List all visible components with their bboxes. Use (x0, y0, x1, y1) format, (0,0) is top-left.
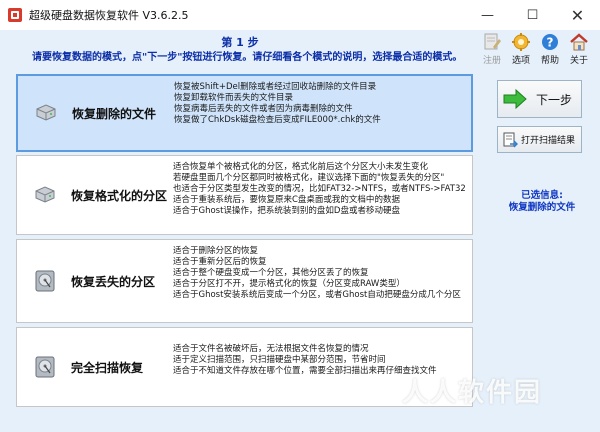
about-button[interactable]: 关于 (566, 32, 592, 66)
options-label: 选项 (511, 56, 530, 66)
help-label: 帮助 (540, 56, 559, 66)
maximize-button[interactable]: ☐ (510, 0, 555, 30)
options-button[interactable]: 选项 (508, 32, 534, 66)
next-step-button[interactable]: 下一步 (497, 80, 582, 118)
home-icon (570, 33, 588, 51)
mode-label: 恢复删除的文件 (72, 106, 157, 121)
description-line: 适合于重新分区后的恢复 (173, 257, 267, 267)
mode-recover-deleted[interactable]: 恢复删除的文件 恢复被Shift+Del删除或者经过回收站删除的文件目录 恢复卸… (16, 74, 473, 152)
description-line: 适合于分区打不开，提示格式化的恢复（分区变成RAW类型） (173, 279, 405, 289)
close-button[interactable]: ✕ (555, 0, 600, 30)
toolbar: 注册 选项 ? 帮助 关于 (476, 32, 592, 66)
minimize-button[interactable]: — (465, 0, 510, 30)
next-step-label: 下一步 (536, 92, 573, 107)
description-line: 也适合于分区类型发生改变的情况，比如FAT32->NTFS，或者NTFS->FA… (173, 184, 466, 194)
selected-info-label: 已选信息: (521, 190, 563, 201)
mode-recover-formatted[interactable]: 恢复格式化的分区 适合恢复单个被格式化的分区，格式化前后这个分区大小未发生变化 … (16, 155, 473, 235)
mode-label: 恢复丢失的分区 (71, 274, 156, 289)
help-icon: ? (542, 34, 558, 50)
description-line: 若硬盘里面几个分区都同时被格式化，建议选择下面的"恢复丢失的分区" (173, 173, 445, 183)
window-controls: — ☐ ✕ (465, 0, 600, 30)
description-line: 适合于重装系统后，要恢复原来C盘桌面或我的文档中的数据 (173, 195, 400, 205)
description-line: 恢复被Shift+Del删除或者经过回收站删除的文件目录 (174, 82, 377, 92)
disk-platter-icon (35, 356, 55, 378)
hard-drive-icon (35, 186, 55, 203)
description-line: 恢复卸载软件而丢失的文件目录 (174, 93, 294, 103)
description-line: 适合于删除分区的恢复 (173, 246, 259, 256)
open-scan-result-button[interactable]: 打开扫描结果 (497, 126, 582, 153)
mode-label: 恢复格式化的分区 (71, 188, 168, 203)
mode-description: 适合于删除分区的恢复 适合于重新分区后的恢复 适合于整个硬盘变成一个分区，其他分… (173, 240, 472, 322)
mode-recover-lost-partition[interactable]: 恢复丢失的分区 适合于删除分区的恢复 适合于重新分区后的恢复 适合于整个硬盘变成… (16, 239, 473, 323)
arrow-right-icon (503, 88, 527, 110)
description-line: 适于定义扫描范围，只扫描硬盘中某部分范围，节省时间 (173, 355, 386, 365)
main-panel: 第 1 步 请要恢复数据的模式，点"下一步"按钮进行恢复。请仔细看各个模式的说明… (0, 30, 600, 432)
description-line: 适合于Ghost误操作，把系统装到别的盘如D盘或者移动硬盘 (173, 206, 400, 216)
register-label: 注册 (482, 56, 501, 66)
title-bar: 超级硬盘数据恢复软件 V3.6.2.5 — ☐ ✕ (0, 0, 600, 30)
window-title: 超级硬盘数据恢复软件 V3.6.2.5 (29, 9, 189, 22)
svg-text:?: ? (547, 36, 554, 50)
description-line: 恢复做了ChkDsk磁盘检查后变成FILE000*.chk的文件 (174, 115, 381, 125)
open-document-icon (503, 132, 518, 147)
description-line: 适合于Ghost安装系统后变成一个分区，或者Ghost自动把硬盘分成几个分区 (173, 290, 461, 300)
hard-drive-icon (36, 104, 56, 121)
app-logo-icon (8, 8, 22, 22)
disk-platter-icon (35, 270, 55, 292)
mode-description: 适合恢复单个被格式化的分区，格式化前后这个分区大小未发生变化 若硬盘里面几个分区… (173, 156, 472, 234)
help-button[interactable]: ? 帮助 (537, 32, 563, 66)
description-line: 适合恢复单个被格式化的分区，格式化前后这个分区大小未发生变化 (173, 162, 429, 172)
description-line: 恢复病毒后丢失的文件或者因为病毒删除的文件 (174, 104, 353, 114)
gear-icon (512, 33, 530, 51)
description-line: 适合于整个硬盘变成一个分区，其他分区丢了的恢复 (173, 268, 369, 278)
open-scan-result-label: 打开扫描结果 (521, 136, 576, 146)
watermark: 人人软件园 (402, 378, 543, 408)
register-icon (484, 33, 501, 50)
mode-description: 恢复被Shift+Del删除或者经过回收站删除的文件目录 恢复卸载软件而丢失的文… (174, 76, 471, 150)
selected-info: 已选信息: 恢复删除的文件 (484, 190, 600, 214)
selected-info-value: 恢复删除的文件 (508, 202, 576, 213)
register-button[interactable]: 注册 (479, 32, 505, 66)
about-label: 关于 (569, 56, 588, 66)
mode-label: 完全扫描恢复 (71, 360, 144, 375)
description-line: 适合于文件名被破坏后，无法根据文件名恢复的情况 (173, 344, 369, 354)
instruction-text: 请要恢复数据的模式，点"下一步"按钮进行恢复。请仔细看各个模式的说明，选择最合适… (32, 52, 463, 63)
